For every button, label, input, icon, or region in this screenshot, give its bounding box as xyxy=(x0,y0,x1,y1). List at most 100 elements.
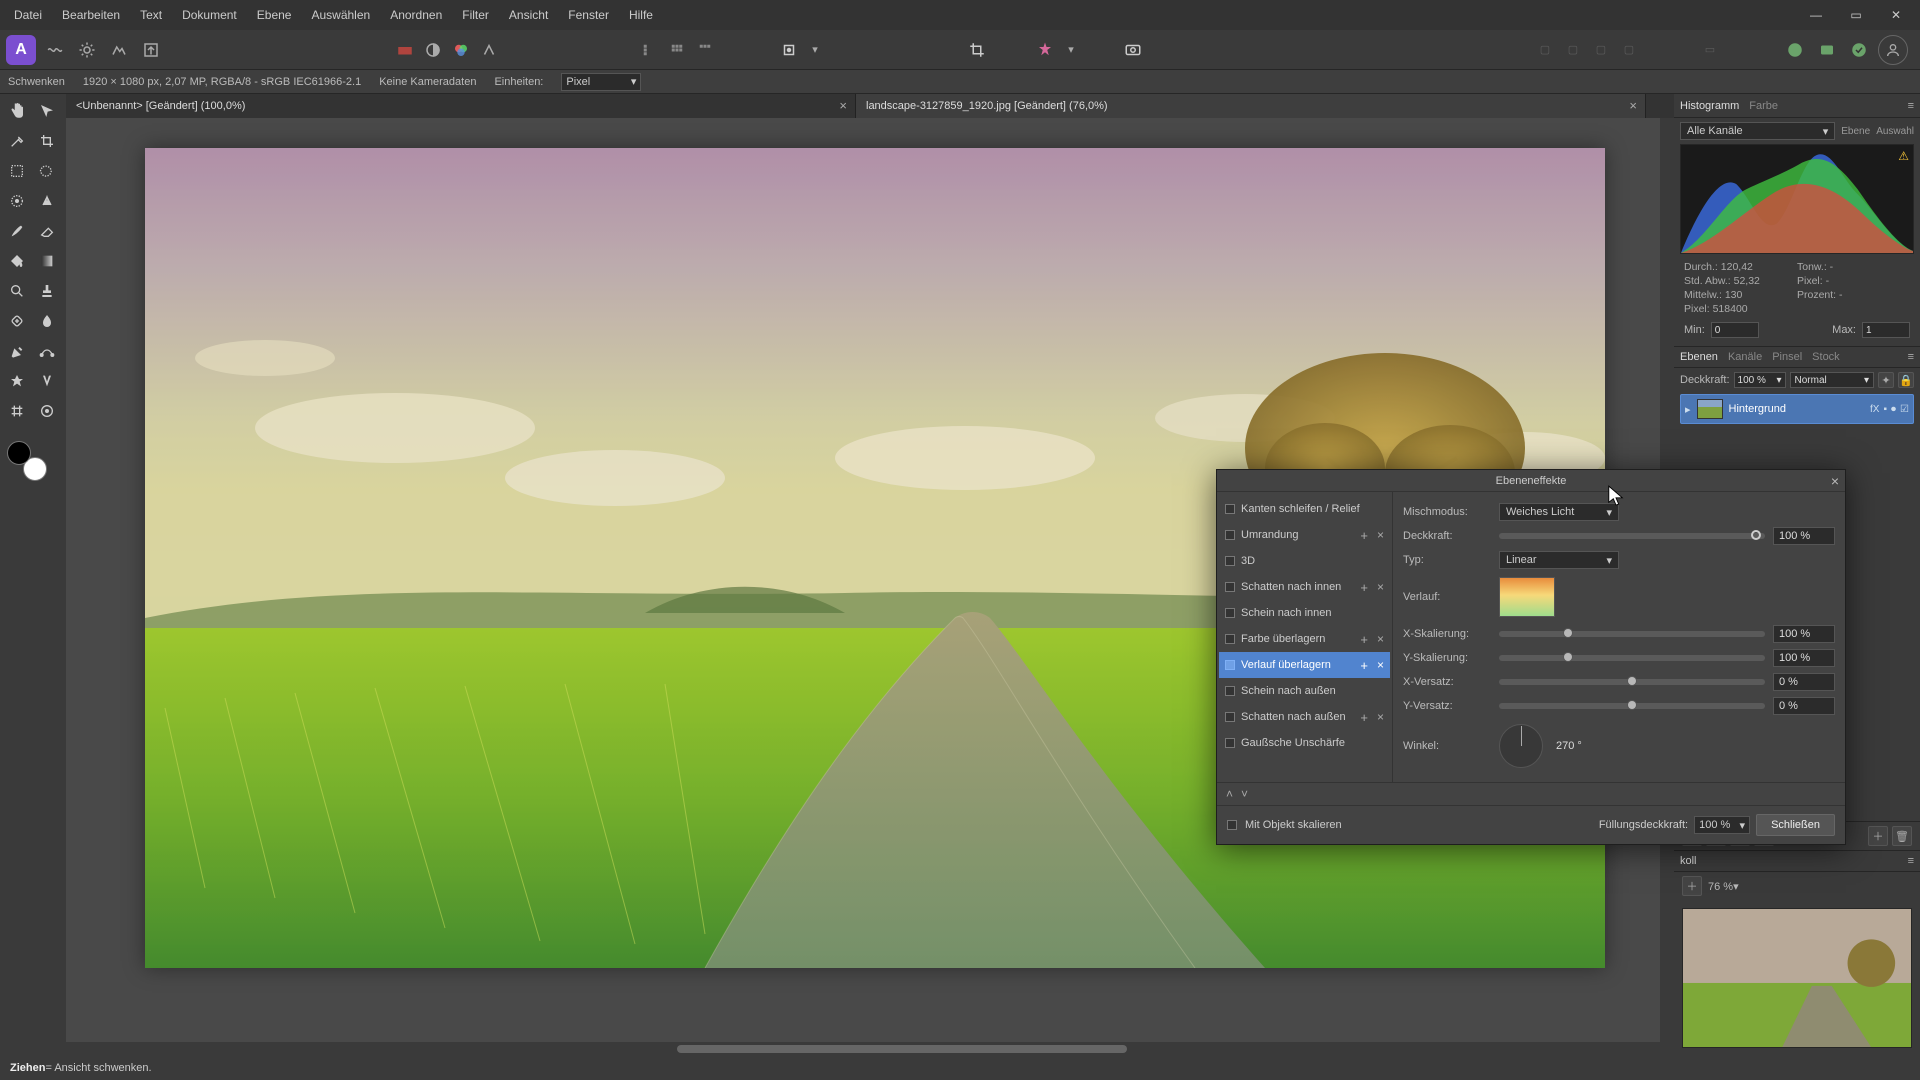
yscale-value[interactable]: 100 % xyxy=(1773,649,1835,667)
fx-item-1[interactable]: Umrandung+× xyxy=(1219,522,1390,548)
fill-tool[interactable] xyxy=(3,247,31,275)
gradient-swatch[interactable] xyxy=(1499,577,1555,617)
tab-brushes[interactable]: Pinsel xyxy=(1772,351,1802,363)
fx-item-4[interactable]: Schein nach innen xyxy=(1219,600,1390,626)
fx-item-8[interactable]: Schatten nach außen+× xyxy=(1219,704,1390,730)
cloud-download-icon[interactable] xyxy=(1814,37,1840,63)
hist-selection-button[interactable]: Auswahl xyxy=(1876,126,1914,137)
fx-checkbox[interactable] xyxy=(1225,738,1235,748)
cloud-sync-icon[interactable] xyxy=(1846,37,1872,63)
fx-checkbox[interactable] xyxy=(1225,530,1235,540)
quickfx-icon[interactable] xyxy=(1032,37,1058,63)
fx-remove-icon[interactable]: × xyxy=(1377,580,1384,594)
min-input[interactable] xyxy=(1711,322,1759,338)
color-picker-tool[interactable] xyxy=(3,127,31,155)
close-icon[interactable]: × xyxy=(1629,98,1637,113)
autolevels-icon[interactable] xyxy=(420,37,446,63)
fx-checkbox[interactable] xyxy=(1225,556,1235,566)
vector-crop-tool[interactable] xyxy=(33,397,61,425)
add-layer-button[interactable]: ＋ xyxy=(1868,826,1888,846)
fx-remove-icon[interactable]: × xyxy=(1377,528,1384,542)
type-select[interactable]: Linear▾ xyxy=(1499,551,1619,569)
paint-brush-tool[interactable] xyxy=(3,217,31,245)
layer-fx-button[interactable]: ✦ xyxy=(1878,372,1894,388)
xoffset-slider[interactable] xyxy=(1499,679,1765,685)
stock-icon[interactable] xyxy=(1120,37,1146,63)
document-tab-2[interactable]: landscape-3127859_1920.jpg [Geändert] (7… xyxy=(856,94,1646,118)
swatches-icon[interactable] xyxy=(392,37,418,63)
text-tool[interactable] xyxy=(33,367,61,395)
selection-brush-tool[interactable] xyxy=(3,187,31,215)
fx-add-icon[interactable]: + xyxy=(1360,580,1368,595)
autocontrast-icon[interactable] xyxy=(476,37,502,63)
cloud-new-icon[interactable] xyxy=(1782,37,1808,63)
align-right-icon[interactable] xyxy=(692,37,718,63)
fx-checkbox[interactable] xyxy=(1225,712,1235,722)
units-select[interactable]: Pixel▾ xyxy=(561,73,641,91)
menu-filter[interactable]: Filter xyxy=(452,4,499,26)
xscale-slider[interactable] xyxy=(1499,631,1765,637)
nav-add-button[interactable]: ＋ xyxy=(1682,876,1702,896)
selection-free-tool[interactable] xyxy=(33,157,61,185)
gradient-tool[interactable] xyxy=(33,247,61,275)
color-indicator[interactable] xyxy=(7,441,47,481)
fx-item-6[interactable]: Verlauf überlagern+× xyxy=(1219,652,1390,678)
navigator-preview[interactable] xyxy=(1682,908,1912,1048)
menu-ansicht[interactable]: Ansicht xyxy=(499,4,558,26)
menu-datei[interactable]: Datei xyxy=(4,4,52,26)
move-tool[interactable] xyxy=(33,97,61,125)
opacity-value[interactable]: 100 % xyxy=(1773,527,1835,545)
persona-develop-icon[interactable] xyxy=(74,37,100,63)
fx-remove-icon[interactable]: × xyxy=(1377,658,1384,672)
opacity-slider[interactable] xyxy=(1499,533,1765,539)
fx-item-0[interactable]: Kanten schleifen / Relief xyxy=(1219,496,1390,522)
close-window-button[interactable]: ✕ xyxy=(1876,2,1916,28)
panel-menu-icon[interactable]: ≡ xyxy=(1908,100,1914,112)
fx-item-3[interactable]: Schatten nach innen+× xyxy=(1219,574,1390,600)
fx-remove-icon[interactable]: × xyxy=(1377,632,1384,646)
tab-channels[interactable]: Kanäle xyxy=(1728,351,1762,363)
stamp-tool[interactable] xyxy=(33,277,61,305)
flood-select-tool[interactable] xyxy=(33,187,61,215)
fx-remove-icon[interactable]: × xyxy=(1377,710,1384,724)
crop-tool[interactable] xyxy=(33,127,61,155)
yoffset-value[interactable]: 0 % xyxy=(1773,697,1835,715)
xscale-value[interactable]: 100 % xyxy=(1773,625,1835,643)
blend-mode-select[interactable]: Normal▾ xyxy=(1790,372,1874,388)
crop-icon[interactable] xyxy=(964,37,990,63)
fx-checkbox[interactable] xyxy=(1225,660,1235,670)
fill-opacity-input[interactable]: 100 %▾ xyxy=(1694,816,1750,834)
menu-hilfe[interactable]: Hilfe xyxy=(619,4,663,26)
yoffset-slider[interactable] xyxy=(1499,703,1765,709)
fx-item-9[interactable]: Gaußsche Unschärfe xyxy=(1219,730,1390,756)
close-button[interactable]: Schließen xyxy=(1756,814,1835,836)
fx-item-7[interactable]: Schein nach außen xyxy=(1219,678,1390,704)
anchor-target-icon[interactable] xyxy=(776,37,802,63)
fx-checkbox[interactable] xyxy=(1225,504,1235,514)
blendmode-select[interactable]: Weiches Licht▾ xyxy=(1499,503,1619,521)
mesh-tool[interactable] xyxy=(3,397,31,425)
menu-bearbeiten[interactable]: Bearbeiten xyxy=(52,4,130,26)
dialog-title-bar[interactable]: Ebeneneffekte × xyxy=(1217,470,1845,492)
layer-lock-button[interactable]: 🔒 xyxy=(1898,372,1914,388)
fx-prev-button[interactable]: ˄ xyxy=(1223,787,1236,801)
menu-anordnen[interactable]: Anordnen xyxy=(380,4,452,26)
align-center-icon[interactable] xyxy=(664,37,690,63)
menu-dokument[interactable]: Dokument xyxy=(172,4,247,26)
scale-with-object-checkbox[interactable] xyxy=(1227,820,1237,830)
menu-ebene[interactable]: Ebene xyxy=(247,4,302,26)
shape-tool[interactable] xyxy=(3,367,31,395)
yscale-slider[interactable] xyxy=(1499,655,1765,661)
tab-stock[interactable]: Stock xyxy=(1812,351,1840,363)
quickfx-dropdown-icon[interactable]: ▾ xyxy=(1064,37,1078,63)
anchor-dropdown-icon[interactable]: ▾ xyxy=(808,37,822,63)
selection-rect-tool[interactable] xyxy=(3,157,31,185)
erase-tool[interactable] xyxy=(33,217,61,245)
menu-auswählen[interactable]: Auswählen xyxy=(301,4,380,26)
fx-checkbox[interactable] xyxy=(1225,634,1235,644)
close-icon[interactable]: × xyxy=(839,98,847,113)
channel-select[interactable]: Alle Kanäle▾ xyxy=(1680,122,1835,140)
align-left-icon[interactable] xyxy=(636,37,662,63)
nav-menu-icon[interactable]: ≡ xyxy=(1908,855,1914,867)
pen-tool[interactable] xyxy=(3,337,31,365)
